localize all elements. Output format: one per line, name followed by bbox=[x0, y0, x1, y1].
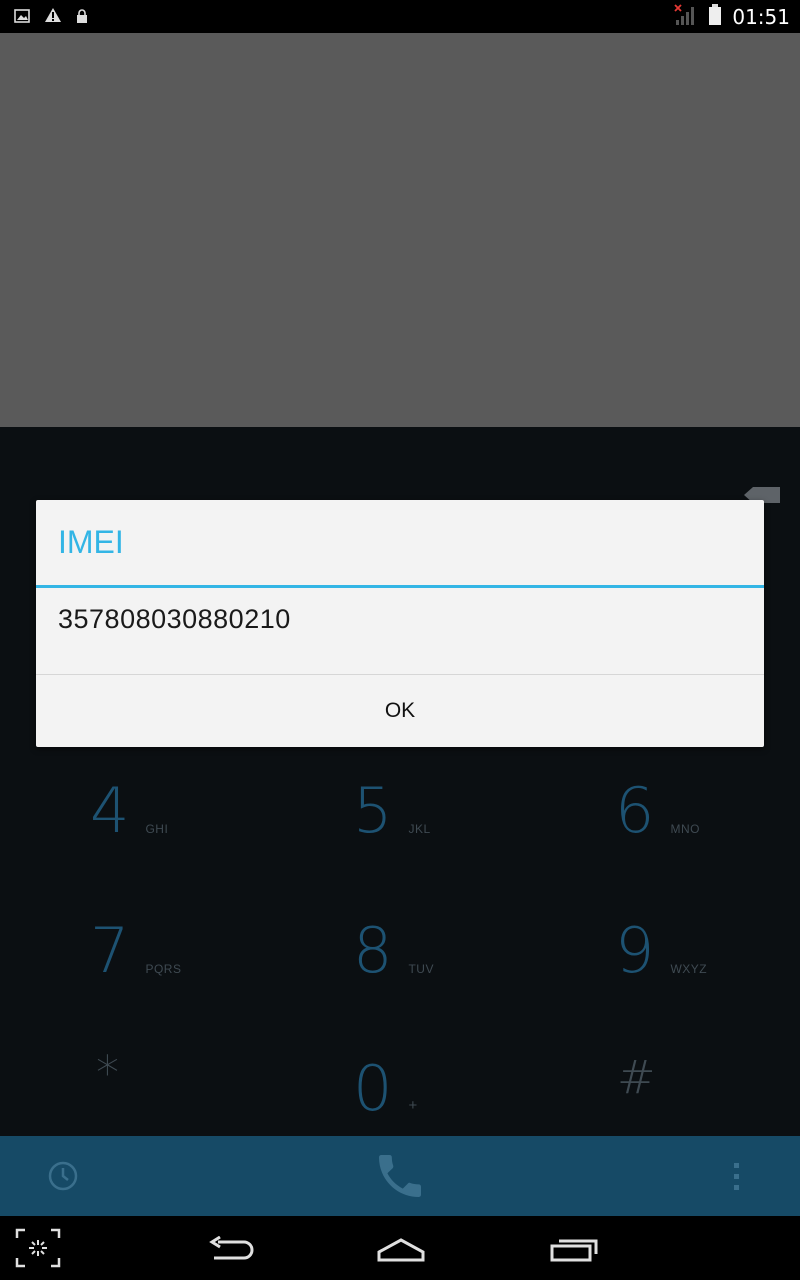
dial-key-digit: 6 bbox=[615, 774, 655, 847]
dial-key-0[interactable]: 0 + bbox=[353, 1010, 593, 1120]
status-bar: 01:51 bbox=[0, 0, 800, 33]
battery-icon bbox=[708, 4, 722, 30]
status-time: 01:51 bbox=[732, 5, 790, 29]
dial-key-star[interactable]: * bbox=[96, 990, 336, 1100]
recents-icon[interactable] bbox=[549, 1236, 599, 1268]
home-icon[interactable] bbox=[376, 1236, 426, 1268]
dial-key-digit: 9 bbox=[615, 914, 655, 987]
ok-button[interactable]: OK bbox=[36, 675, 764, 747]
dial-key-letters: + bbox=[408, 1097, 418, 1114]
dial-key-letters: TUV bbox=[408, 962, 434, 976]
dial-key-4[interactable]: 4 GHI bbox=[90, 732, 330, 842]
imei-dialog: IMEI 357808030880210 OK bbox=[36, 500, 764, 747]
dial-key-letters: MNO bbox=[670, 822, 700, 836]
dial-key-7[interactable]: 7 PQRS bbox=[90, 872, 330, 982]
dial-key-digit: 0 bbox=[353, 1052, 393, 1125]
phone-icon[interactable] bbox=[372, 1148, 428, 1208]
imei-value: 357808030880210 bbox=[58, 604, 291, 634]
dial-key-8[interactable]: 8 TUV bbox=[353, 872, 593, 982]
dialer-action-bar bbox=[0, 1136, 800, 1216]
warning-icon bbox=[44, 7, 62, 27]
dial-key-letters: PQRS bbox=[145, 962, 182, 976]
system-nav-bar bbox=[0, 1216, 800, 1280]
dial-key-digit: 7 bbox=[90, 914, 130, 987]
dial-key-letters: GHI bbox=[145, 822, 169, 836]
dial-key-symbol: * bbox=[96, 1046, 119, 1100]
no-signal-icon bbox=[674, 4, 698, 30]
dial-key-digit: 8 bbox=[353, 914, 393, 987]
lock-icon bbox=[76, 8, 88, 27]
dial-key-digit: 5 bbox=[353, 774, 393, 847]
dial-key-9[interactable]: 9 WXYZ bbox=[615, 872, 800, 982]
overflow-menu-icon[interactable] bbox=[733, 1162, 741, 1196]
back-icon[interactable] bbox=[208, 1235, 256, 1266]
dial-key-hash[interactable]: # bbox=[617, 994, 800, 1104]
screenshot-icon[interactable] bbox=[15, 1228, 61, 1272]
dial-key-5[interactable]: 5 JKL bbox=[353, 732, 593, 842]
dimmed-contact-area bbox=[0, 33, 800, 427]
dial-key-letters: JKL bbox=[408, 822, 431, 836]
dial-key-digit: 4 bbox=[90, 774, 130, 847]
dial-key-symbol: # bbox=[617, 1050, 656, 1104]
dial-key-letters: WXYZ bbox=[670, 962, 708, 976]
call-history-icon[interactable] bbox=[47, 1160, 79, 1196]
dial-key-6[interactable]: 6 MNO bbox=[615, 732, 800, 842]
image-notification-icon bbox=[14, 8, 30, 27]
dialog-title: IMEI bbox=[58, 524, 124, 560]
dialog-title-divider bbox=[36, 585, 764, 588]
